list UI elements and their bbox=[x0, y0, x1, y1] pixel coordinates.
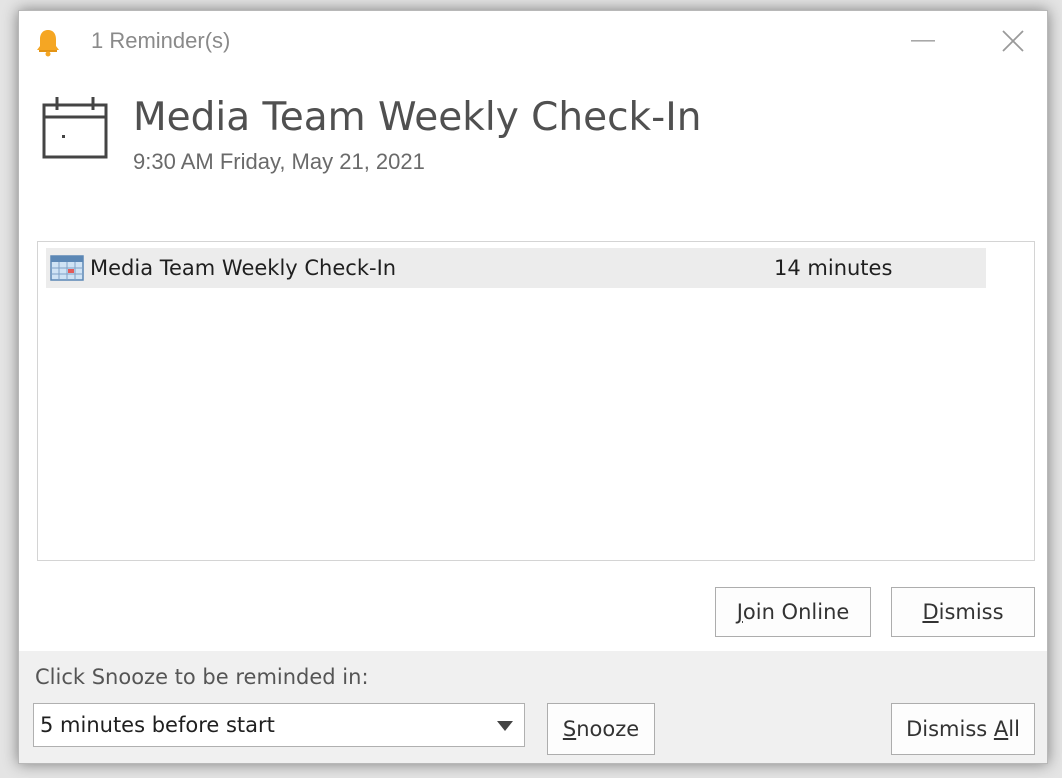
dismiss-label: ismiss bbox=[938, 600, 1004, 624]
chevron-down-icon bbox=[497, 721, 513, 731]
reminder-item-subject: Media Team Weekly Check-In bbox=[90, 256, 397, 280]
dismiss-all-label-start: Dismiss bbox=[906, 717, 994, 741]
snooze-panel: Click Snooze to be reminded in: 5 minute… bbox=[19, 651, 1047, 763]
minimize-icon bbox=[911, 40, 935, 42]
snooze-button-label: nooze bbox=[576, 717, 640, 741]
list-item[interactable]: Media Team Weekly Check-In 14 minutes bbox=[46, 248, 986, 288]
snooze-selected-value: 5 minutes before start bbox=[40, 713, 275, 737]
join-online-button[interactable]: Join Online bbox=[715, 587, 871, 637]
minimize-button[interactable] bbox=[903, 23, 943, 59]
dismiss-all-accel: A bbox=[993, 717, 1009, 741]
calendar-icon bbox=[42, 97, 108, 159]
appointment-icon bbox=[50, 255, 84, 281]
dismiss-all-button[interactable]: Dismiss All bbox=[891, 703, 1035, 755]
title-bar[interactable]: 1 Reminder(s) bbox=[19, 11, 1047, 73]
dismiss-accel: D bbox=[922, 600, 939, 624]
dismiss-button[interactable]: Dismiss bbox=[891, 587, 1035, 637]
snooze-dropdown[interactable]: 5 minutes before start bbox=[33, 703, 525, 747]
snooze-accel: S bbox=[562, 717, 577, 741]
reminder-list[interactable]: Media Team Weekly Check-In 14 minutes bbox=[37, 241, 1035, 561]
window-title: 1 Reminder(s) bbox=[91, 28, 231, 53]
snooze-button[interactable]: Snooze bbox=[547, 703, 655, 755]
bell-icon bbox=[37, 30, 59, 57]
reminder-start-time: 9:30 AM Friday, May 21, 2021 bbox=[133, 149, 425, 174]
reminder-subject-title: Media Team Weekly Check-In bbox=[133, 95, 702, 140]
snooze-label: Click Snooze to be reminded in: bbox=[35, 665, 369, 689]
reminder-item-due-in: 14 minutes bbox=[774, 256, 893, 280]
close-icon bbox=[1002, 30, 1024, 52]
dismiss-all-label-end: ll bbox=[1008, 717, 1020, 741]
join-online-label: oin Online bbox=[742, 600, 850, 624]
reminder-window: 1 Reminder(s) Media Team Weekly Check-In… bbox=[18, 10, 1048, 764]
close-button[interactable] bbox=[993, 23, 1033, 59]
